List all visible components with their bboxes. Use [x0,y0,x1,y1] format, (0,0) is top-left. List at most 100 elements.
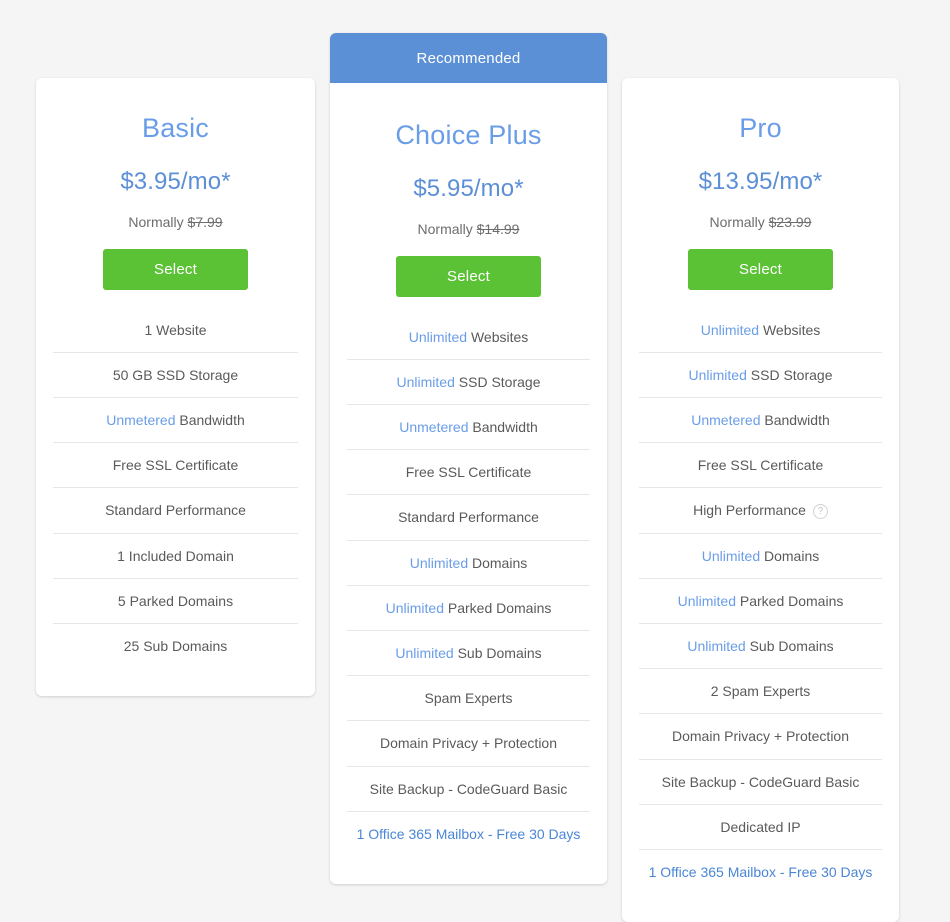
feature-label: Standard Performance [105,502,246,519]
feature-highlight: Unlimited [396,373,455,390]
recommended-banner: Recommended [330,33,607,83]
feature-item: Free SSL Certificate [639,443,882,489]
feature-item: Site Backup - CodeGuard Basic [347,767,590,812]
feature-label: 50 GB SSD Storage [112,366,239,383]
feature-list: 1 Website 50 GB SSD Storage Unmetered Band… [36,308,315,697]
feature-item-link[interactable]: 1 Office 365 Mailbox - Free 30 Days [347,812,590,856]
feature-item: Unlimited Sub Domains [347,631,590,677]
feature-label: Domain Privacy + Protection [379,735,558,752]
plan-title: Pro [739,113,782,143]
feature-label: Bandwidth [175,412,245,429]
feature-label: Free SSL Certificate [112,457,239,474]
select-button-basic[interactable]: Select [103,248,248,290]
feature-highlight: Unlimited [701,547,761,564]
feature-label: Spam Experts [424,690,513,707]
feature-item: Unlimited Domains [347,541,590,586]
feature-list: Unlimited Websites Unlimited SSD Storage U… [330,315,607,884]
feature-label: Bandwidth [760,412,830,429]
feature-label: 1 Office 365 Mailbox - Free 30 Days [356,825,581,842]
plan-header-choiceplus: Choice Plus $5.95/mo* Normally $14.99 Selec… [330,83,607,297]
plan-price: $13.95/mo* [698,167,823,195]
feature-item: Unlimited Parked Domains [639,579,882,624]
feature-label: Sub Domains [745,638,834,654]
feature-item: Free SSL Certificate [347,450,590,496]
feature-item: Unmetered Bandwidth [639,398,882,444]
feature-label: Dedicated IP [720,818,801,835]
feature-label: 1 Office 365 Mailbox - Free 30 Days [648,863,873,880]
feature-label: Domains [760,547,820,564]
feature-item: 25 Sub Domains [53,624,298,668]
feature-item: Unmetered Bandwidth [53,398,298,444]
feature-highlight: Unmetered [399,419,469,436]
feature-item: Site Backup - CodeGuard Basic [639,760,882,805]
feature-item: Free SSL Certificate [53,443,298,489]
feature-highlight: Unlimited [688,366,747,383]
plan-normally-price: Normally $7.99 [50,214,301,230]
feature-label: Sub Domains [453,645,542,661]
plan-normally-price: Normally $23.99 [636,214,885,230]
feature-label: Site Backup - CodeGuard Basic [369,780,568,797]
plan-title: Choice Plus [395,120,542,150]
feature-item: 5 Parked Domains [53,579,298,624]
feature-item: Domain Privacy + Protection [347,721,590,767]
select-button-pro[interactable]: Select [688,248,833,290]
normally-label: Normally [128,213,184,230]
feature-item: 1 Website [53,308,298,353]
feature-item: Unlimited Domains [639,534,882,579]
feature-highlight: Unlimited [395,645,454,661]
original-price: $14.99 [476,220,520,237]
feature-item: Unlimited Websites [639,308,882,353]
plan-card-choiceplus: Recommended Choice Plus $5.95/mo* Normally … [330,33,607,884]
feature-item: 50 GB SSD Storage [53,353,298,399]
feature-highlight: Unlimited [385,599,444,616]
feature-item: 2 Spam Experts [639,669,882,715]
feature-item: Domain Privacy + Protection [639,714,882,760]
feature-label: 1 Website [144,321,207,338]
feature-item: Unlimited Parked Domains [347,586,590,631]
original-price: $23.99 [768,213,812,230]
feature-label: Websites [467,328,529,345]
feature-label: 1 Included Domain [117,547,234,564]
feature-label: Websites [759,321,821,338]
feature-item: Standard Performance [53,488,298,534]
feature-label: Free SSL Certificate [697,457,824,474]
plan-card-pro: Pro $13.95/mo* Normally $23.99 Select Unlimi… [622,78,899,922]
feature-highlight: Unlimited [409,554,469,571]
feature-highlight: Unlimited [677,592,736,609]
feature-item: Unlimited SSD Storage [347,360,590,406]
normally-label: Normally [709,213,765,230]
plan-header-basic: Basic $3.95/mo* Normally $7.99 Select [36,78,315,290]
feature-item: Unlimited Sub Domains [639,624,882,670]
feature-item: Unmetered Bandwidth [347,405,590,451]
feature-highlight: Unmetered [106,412,176,429]
select-button-choiceplus[interactable]: Select [396,255,541,297]
plan-price: $5.95/mo* [413,174,524,202]
plan-header-pro: Pro $13.95/mo* Normally $23.99 Select [622,78,899,290]
plan-card-basic: Basic $3.95/mo* Normally $7.99 Select 1 Webs… [36,78,315,697]
pricing-table: Basic $3.95/mo* Normally $7.99 Select 1 Webs… [0,0,950,922]
feature-label: Domains [468,554,528,571]
feature-highlight: Unlimited [687,638,746,654]
feature-item: Unlimited SSD Storage [639,353,882,399]
feature-item: 1 Included Domain [53,534,298,579]
feature-label: Standard Performance [398,509,539,526]
normally-label: Normally [417,220,473,237]
feature-highlight: Unlimited [408,328,468,345]
feature-highlight: Unmetered [691,412,761,429]
feature-label: Site Backup - CodeGuard Basic [661,773,860,790]
feature-label: 25 Sub Domains [123,638,228,654]
feature-label: Free SSL Certificate [405,464,532,481]
feature-item: Unlimited Websites [347,315,590,360]
feature-list: Unlimited Websites Unlimited SSD Storage U… [622,308,899,922]
plan-price: $3.95/mo* [120,167,231,195]
help-icon[interactable]: ? [812,504,828,520]
feature-item: Dedicated IP [639,805,882,850]
feature-label: 5 Parked Domains [117,592,234,609]
feature-label: 2 Spam Experts [710,683,811,700]
plan-title: Basic [141,113,210,143]
feature-item: Standard Performance [347,495,590,541]
feature-label: High Performance [693,502,806,519]
plan-normally-price: Normally $14.99 [344,221,593,237]
feature-item: Spam Experts [347,676,590,722]
feature-item-link[interactable]: 1 Office 365 Mailbox - Free 30 Days [639,850,882,894]
